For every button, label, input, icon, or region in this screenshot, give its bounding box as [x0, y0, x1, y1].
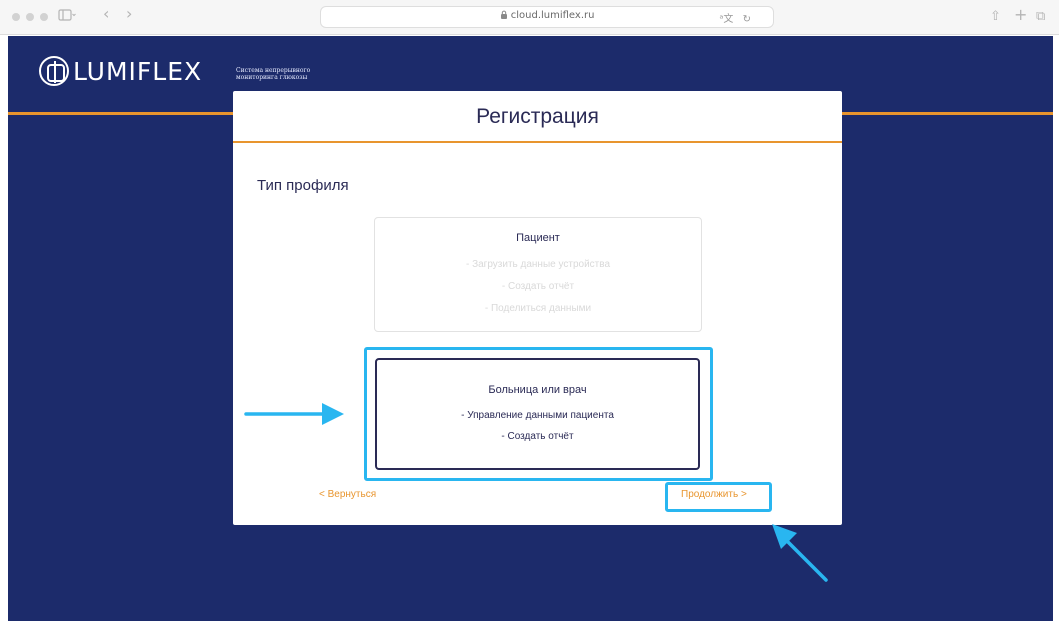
- lock-icon: [500, 10, 511, 21]
- translate-icon[interactable]: ᵃ文: [720, 14, 734, 25]
- reload-icon[interactable]: ↻: [743, 14, 751, 25]
- close-window-icon[interactable]: [12, 13, 20, 21]
- card-feature: - Поделиться данными: [484, 303, 592, 314]
- card-feature: - Загрузить данные устройства: [465, 259, 611, 270]
- address-url[interactable]: cloud.lumiflex.ru: [321, 10, 773, 21]
- modal-title: Регистрация: [476, 105, 599, 128]
- minimize-window-icon[interactable]: [26, 13, 34, 21]
- address-bar[interactable]: cloud.lumiflex.ru ᵃ文 ↻: [320, 6, 774, 28]
- logo-text: LUMIFLEX: [73, 56, 203, 86]
- address-actions: ᵃ文 ↻: [720, 10, 752, 25]
- browser-toolbar: ‹ › cloud.lumiflex.ru ᵃ文 ↻ ⇧ + ⧉: [0, 0, 1059, 35]
- lumiflex-logo[interactable]: LUMIFLEX: [39, 56, 202, 86]
- new-tab-icon[interactable]: +: [1014, 6, 1027, 24]
- logo-tagline: Система непрерывного мониторинга глюкозы: [236, 67, 311, 81]
- modal-divider: [233, 141, 842, 143]
- back-icon[interactable]: ‹: [103, 5, 109, 23]
- back-button[interactable]: < Вернуться: [319, 489, 376, 500]
- card-title: Пациент: [516, 232, 560, 244]
- maximize-window-icon[interactable]: [40, 13, 48, 21]
- tabs-icon[interactable]: ⧉: [1036, 8, 1045, 26]
- section-title: Тип профиля: [257, 177, 349, 194]
- window-controls[interactable]: [12, 13, 48, 21]
- share-icon[interactable]: ⇧: [990, 8, 1001, 26]
- profile-card-patient[interactable]: Пациент - Загрузить данные устройства - …: [374, 217, 702, 332]
- selection-highlight: [364, 347, 713, 481]
- sidebar-icon[interactable]: [58, 8, 76, 28]
- continue-highlight: [665, 482, 772, 512]
- lumiflex-logo-icon: [39, 56, 69, 86]
- url-text: cloud.lumiflex.ru: [510, 10, 595, 21]
- card-feature: - Создать отчёт: [501, 281, 575, 292]
- forward-icon[interactable]: ›: [126, 5, 132, 23]
